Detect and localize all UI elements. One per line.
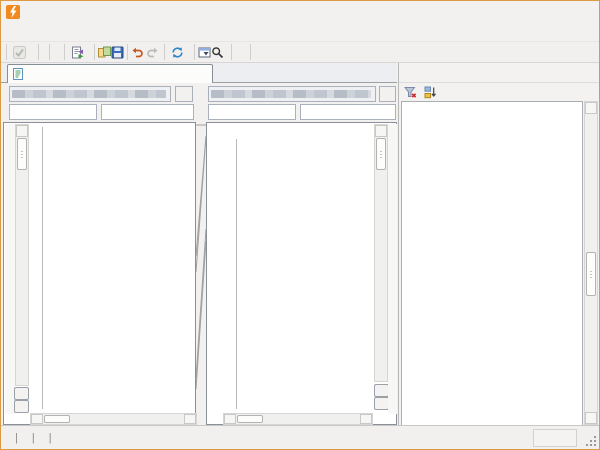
undo-icon[interactable] [131,46,144,59]
structure-guide-line [236,139,237,409]
document-tab[interactable] [7,64,213,83]
minimize-button[interactable] [517,2,543,20]
next-difference-button[interactable] [374,397,389,410]
left-editor-pane [3,122,196,425]
document-tab-strip [1,63,397,83]
right-member-combo[interactable] [300,104,396,120]
accept-check-icon [13,46,26,59]
window-layout-icon[interactable] [198,46,211,59]
left-vertical-scrollbar[interactable] [15,124,29,386]
sort-icon[interactable] [424,86,437,99]
right-horizontal-scrollbar[interactable] [223,413,373,425]
scrollbar-thumb[interactable] [376,138,386,170]
right-source-path-combo[interactable] [208,86,376,102]
class-icon [212,106,224,118]
scrollbar-thumb[interactable] [237,415,263,423]
left-source-path-redacted [12,90,166,98]
difference-explorer-panel [398,63,599,425]
scroll-left-icon[interactable] [31,414,43,424]
field-icon [304,106,316,118]
accept-result-button[interactable] [10,45,35,60]
scrollbar-thumb[interactable] [586,252,596,296]
document-icon [12,68,24,80]
scroll-right-icon[interactable] [184,414,196,424]
save-icon[interactable] [111,46,124,59]
prev-difference-button[interactable] [374,384,389,397]
scroll-up-icon[interactable] [585,102,597,114]
status-bar: | | | [1,425,599,449]
title-bar [1,1,599,23]
structure-guide-line [42,127,43,409]
left-member-combo[interactable] [101,104,194,120]
new-code-comparison-button[interactable] [68,45,91,60]
scroll-down-icon[interactable] [585,412,597,424]
right-type-combo[interactable] [208,104,296,120]
diff-connector-lines [196,122,206,413]
app-window: | | | [0,0,600,450]
left-source-path-combo[interactable] [9,86,171,102]
difference-tree [401,101,583,425]
left-code-editor[interactable] [30,123,197,414]
scroll-left-icon[interactable] [224,414,236,424]
compare-files-icon[interactable] [98,46,111,59]
refresh-icon [171,46,184,59]
prev-difference-button[interactable] [14,387,29,400]
right-browse-button[interactable] [379,86,396,102]
left-browse-button[interactable] [175,86,193,102]
maximize-button[interactable] [543,2,569,20]
new-comparison-icon [71,46,84,59]
menu-bar [1,23,599,41]
difference-explorer-toolbar [399,83,599,101]
right-merge-gutter [208,123,223,414]
field-icon [105,106,117,118]
right-source-path-redacted [211,90,371,98]
difference-explorer-header [399,63,599,83]
left-horizontal-scrollbar[interactable] [30,413,197,425]
app-logo-icon [6,5,20,19]
main-toolbar [1,41,599,63]
scroll-up-icon[interactable] [16,125,28,137]
caret-position-indicator [533,429,577,447]
tree-vertical-scrollbar[interactable] [584,101,598,425]
scroll-right-icon[interactable] [360,414,372,424]
right-diff-map[interactable] [388,124,397,414]
redo-icon[interactable] [146,46,159,59]
scroll-up-icon[interactable] [375,125,387,137]
close-button[interactable] [569,2,595,20]
right-code-editor[interactable] [223,123,375,414]
class-icon [13,106,25,118]
filter-icon[interactable] [404,86,417,99]
scrollbar-thumb[interactable] [44,415,70,423]
scrollbar-thumb[interactable] [17,138,27,170]
resize-grip[interactable] [586,436,596,446]
left-type-combo[interactable] [9,104,97,120]
right-vertical-scrollbar[interactable] [374,124,388,382]
next-difference-button[interactable] [14,400,29,413]
search-icon[interactable] [211,46,224,59]
right-editor-pane [206,122,397,425]
refresh-button[interactable] [168,45,191,60]
left-diff-map[interactable] [5,124,15,414]
